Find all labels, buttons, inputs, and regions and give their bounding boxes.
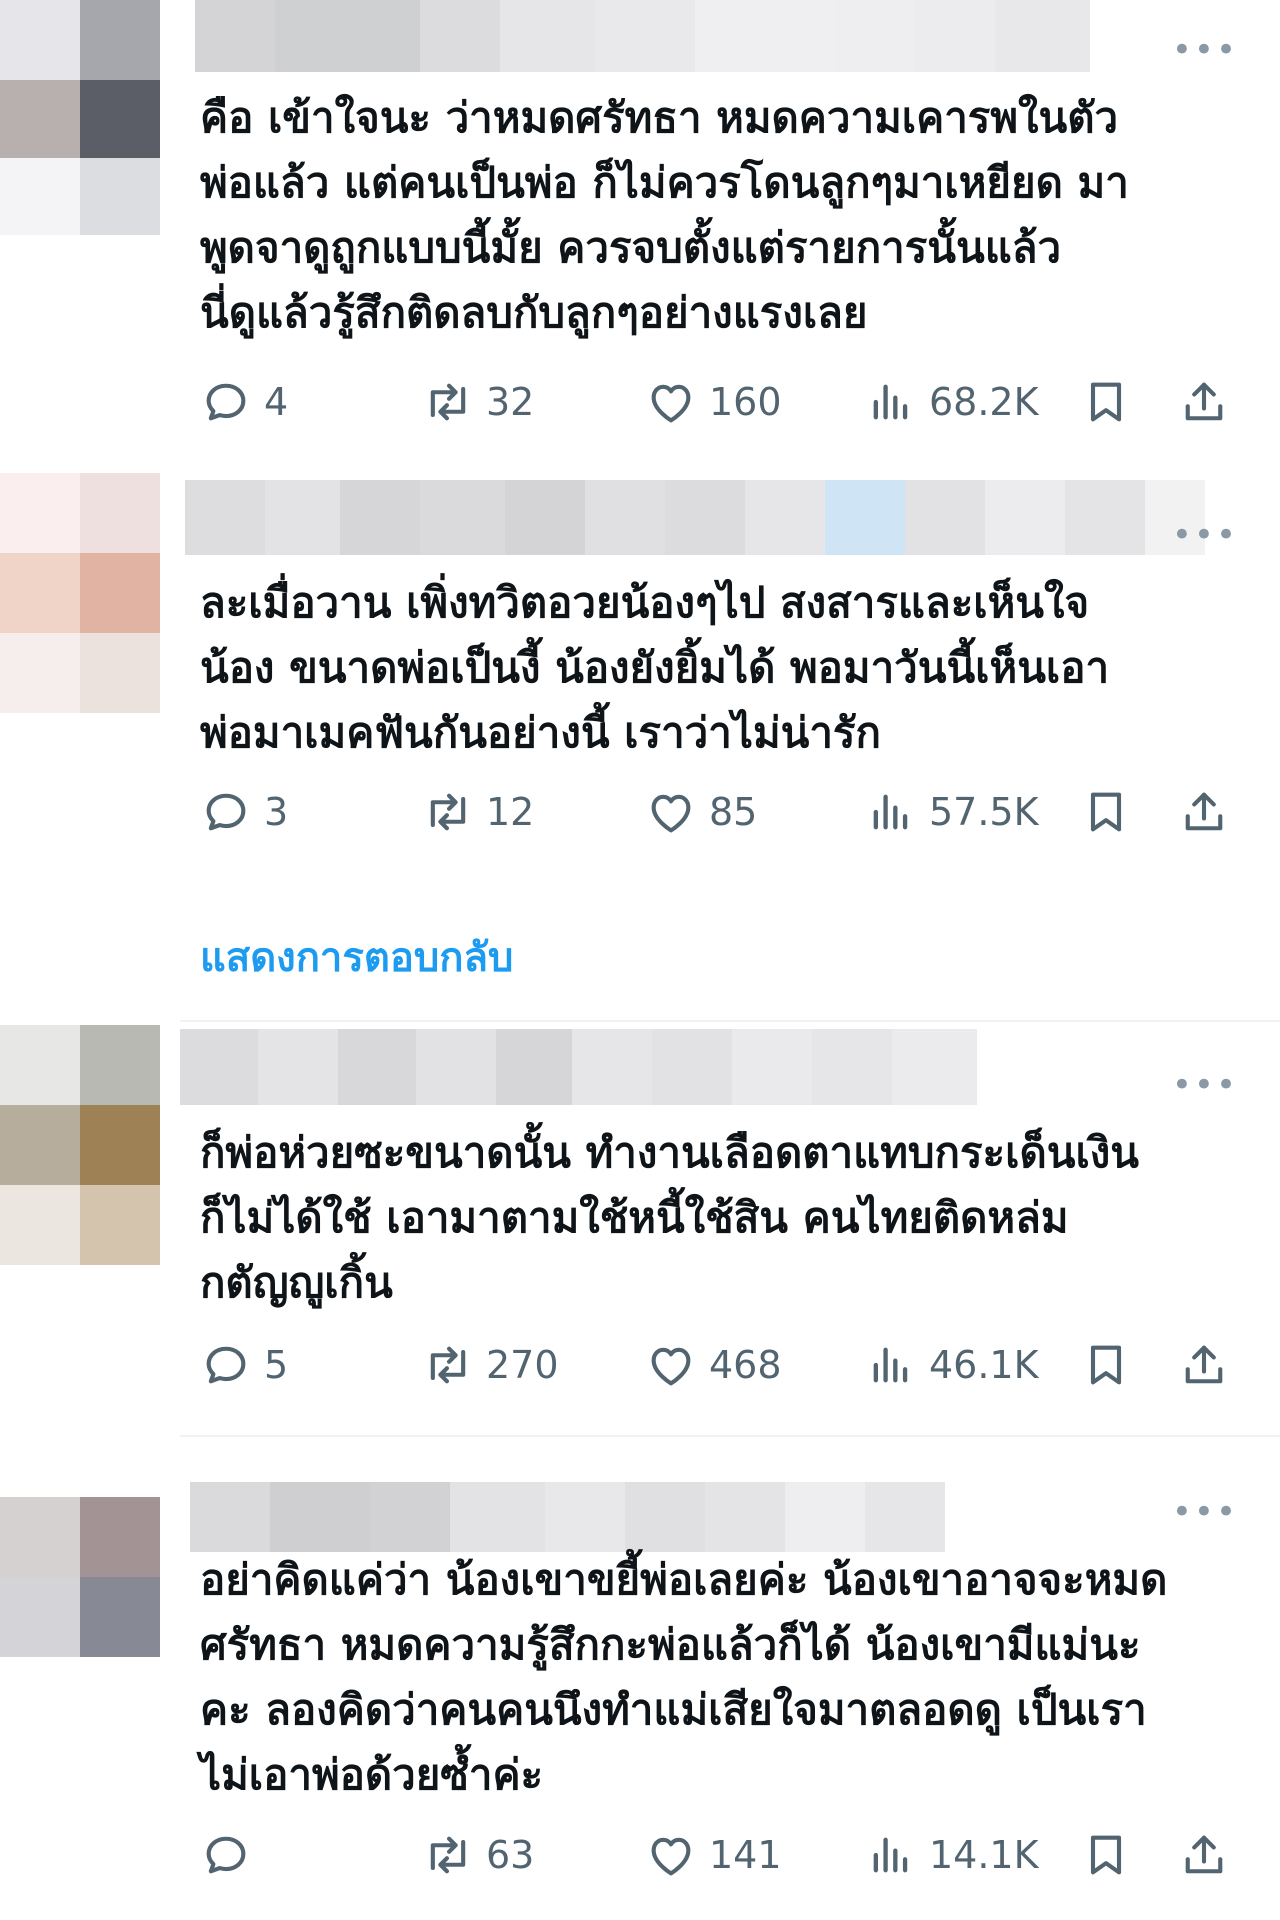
post-1[interactable]: ••• คือ เข้าใจนะ ว่าหมดศรัทธา หมดความเคา… [0,0,1280,470]
divider [180,1020,1280,1022]
bookmark-icon [1090,1345,1122,1385]
reply-button[interactable] [200,1825,264,1885]
post-2[interactable]: ••• ละเมื่อวาน เพิ่งทวิตอวยน้องๆไป สงสาร… [0,470,1280,1025]
repost-count: 270 [486,1343,559,1387]
divider [180,1435,1280,1437]
bookmark-button[interactable] [1080,372,1132,432]
repost-count: 32 [486,380,535,424]
share-icon [1185,382,1223,421]
reply-icon [206,793,246,831]
repost-count: 63 [486,1833,535,1877]
post-text: ละเมื่อวาน เพิ่งทวิตอวยน้องๆไป สงสารและเ… [200,578,1110,757]
more-icon[interactable]: ••• [1172,1068,1238,1102]
views-button[interactable]: 14.1K [865,1825,1039,1885]
views-button[interactable]: 68.2K [865,372,1039,432]
show-replies-link[interactable]: แสดงการตอบกลับ [200,925,513,989]
bookmark-icon [1090,792,1122,832]
username-blurred [185,480,1205,555]
share-button[interactable] [1178,372,1230,432]
username-blurred [195,0,1090,72]
like-icon [651,794,691,833]
bookmark-icon [1090,382,1122,422]
repost-count: 12 [486,790,535,834]
like-count: 141 [709,1833,782,1877]
views-icon [873,1347,908,1383]
views-icon [873,384,908,420]
username-blurred [190,1482,945,1552]
action-bar: 3 12 85 57.5K [200,782,1240,842]
reply-button[interactable]: 5 [200,1335,288,1395]
post-4[interactable]: ••• อย่าคิดแค่ว่า น้องเขาขยี้พ่อเลยค่ะ น… [0,1440,1280,1920]
reply-button[interactable]: 3 [200,782,288,842]
views-button[interactable]: 46.1K [865,1335,1039,1395]
action-bar: 5 270 468 46.1K [200,1335,1240,1395]
repost-button[interactable]: 63 [422,1825,534,1885]
like-icon [651,384,691,423]
like-button[interactable]: 85 [645,782,757,842]
reply-count: 4 [264,380,289,424]
like-count: 468 [709,1343,782,1387]
repost-icon [430,1346,466,1384]
reply-icon [206,383,246,421]
bookmark-button[interactable] [1080,1335,1132,1395]
share-icon [1185,1835,1223,1874]
like-button[interactable]: 160 [645,372,782,432]
repost-button[interactable]: 12 [422,782,534,842]
views-button[interactable]: 57.5K [865,782,1039,842]
like-icon [651,1837,691,1876]
bookmark-button[interactable] [1080,782,1132,842]
post-3[interactable]: ••• ก็พ่อห่วยซะขนาดนั้น ทำงานเลือดตาแทบก… [0,1025,1280,1435]
like-count: 160 [709,380,782,424]
more-icon[interactable]: ••• [1172,518,1238,552]
action-bar: 63 141 14.1K [200,1825,1240,1885]
bookmark-icon [1090,1835,1122,1875]
post-text: คือ เข้าใจนะ ว่าหมดศรัทธา หมดความเคารพใน… [200,93,1129,337]
repost-icon [430,1836,466,1874]
repost-button[interactable]: 32 [422,372,534,432]
username-blurred [180,1029,977,1105]
repost-button[interactable]: 270 [422,1335,559,1395]
reply-button[interactable]: 4 [200,372,288,432]
share-button[interactable] [1178,1825,1230,1885]
views-icon [873,794,908,830]
like-button[interactable]: 468 [645,1335,782,1395]
repost-icon [430,383,466,421]
views-count: 68.2K [929,380,1039,424]
more-icon[interactable]: ••• [1172,33,1238,67]
repost-icon [430,793,466,831]
reply-count: 5 [264,1343,289,1387]
post-text: ก็พ่อห่วยซะขนาดนั้น ทำงานเลือดตาแทบกระเด… [200,1128,1140,1307]
bookmark-button[interactable] [1080,1825,1132,1885]
views-count: 46.1K [929,1343,1039,1387]
views-count: 14.1K [929,1833,1039,1877]
share-icon [1185,1345,1223,1384]
views-count: 57.5K [929,790,1039,834]
post-text: อย่าคิดแค่ว่า น้องเขาขยี้พ่อเลยค่ะ น้องเ… [200,1555,1168,1799]
views-icon [873,1837,908,1873]
like-button[interactable]: 141 [645,1825,782,1885]
share-button[interactable] [1178,1335,1230,1395]
share-icon [1185,792,1223,831]
like-icon [651,1347,691,1386]
like-count: 85 [709,790,758,834]
more-icon[interactable]: ••• [1172,1495,1238,1529]
reply-icon [206,1346,246,1384]
action-bar: 4 32 160 68.2K [200,372,1240,432]
share-button[interactable] [1178,782,1230,842]
reply-count: 3 [264,790,289,834]
reply-icon [206,1836,246,1874]
